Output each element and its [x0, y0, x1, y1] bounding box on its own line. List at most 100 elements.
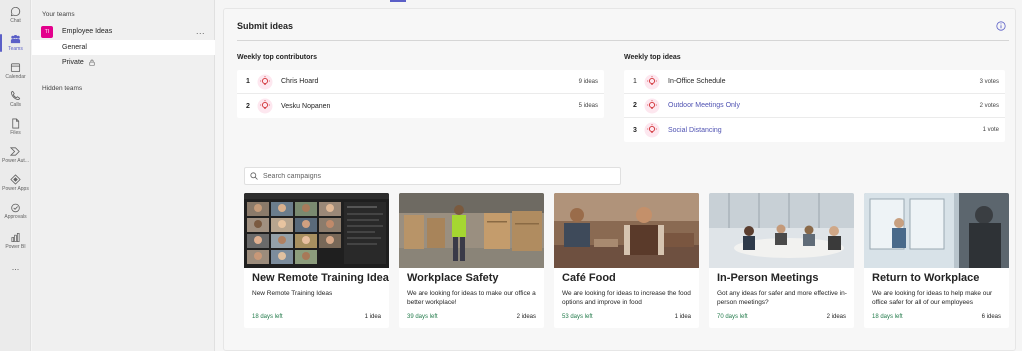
campaign-image-office	[864, 193, 1009, 268]
campaign-idea-count: 1 idea	[364, 314, 381, 320]
campaign-days-left: 39 days left	[407, 314, 438, 320]
top-ideas-heading: Weekly top ideas	[624, 54, 681, 61]
rail-teams[interactable]: Teams	[0, 34, 31, 52]
lightbulb-icon	[644, 122, 660, 138]
lightbulb-icon	[257, 74, 273, 89]
campaign-days-left: 53 days left	[562, 314, 593, 320]
channel-general[interactable]: General	[32, 40, 215, 55]
campaign-days-left: 70 days left	[717, 314, 748, 320]
campaign-image-video-call	[244, 193, 389, 268]
rank-number: 2	[246, 102, 250, 110]
your-teams-heading: Your teams	[42, 11, 75, 18]
channel-private[interactable]: Private	[32, 55, 215, 70]
idea-row[interactable]: 3 Social Distancing 1 vote	[624, 118, 1005, 142]
rail-more[interactable]: ...	[0, 262, 31, 272]
campaign-days-left: 18 days left	[872, 314, 903, 320]
idea-name: Outdoor Meetings Only	[668, 102, 740, 109]
campaign-card[interactable]: Café Food We are looking for ideas to in…	[554, 193, 699, 328]
campaign-idea-count: 2 ideas	[516, 314, 536, 320]
rail-power-apps-label: Power Apps	[2, 186, 29, 192]
rail-power-automate-label: Power Aut...	[2, 158, 29, 164]
lightbulb-icon	[257, 98, 273, 114]
hidden-teams-link[interactable]: Hidden teams	[42, 85, 82, 92]
campaign-description: Got any ideas for safer and more effecti…	[717, 290, 847, 306]
rail-chat[interactable]: Chat	[0, 6, 31, 24]
campaign-title: Return to Workplace	[872, 272, 980, 284]
campaign-title: In-Person Meetings	[717, 272, 819, 284]
calendar-icon	[10, 63, 21, 73]
title-divider	[237, 40, 1009, 41]
campaign-description: We are looking for ideas to help make ou…	[872, 290, 993, 306]
idea-name: In-Office Schedule	[668, 78, 726, 85]
campaign-card[interactable]: Workplace Safety We are looking for idea…	[399, 193, 544, 328]
contributors-heading: Weekly top contributors	[237, 54, 317, 61]
lightbulb-icon	[644, 74, 660, 89]
rank-number: 1	[633, 78, 637, 85]
rail-calls[interactable]: Calls	[0, 90, 31, 108]
active-tab-indicator	[390, 0, 406, 2]
rail-calendar[interactable]: Calendar	[0, 62, 31, 80]
contributors-board: 1 Chris Hoard 9 ideas 2 Vesku Nopanen 5 …	[237, 70, 604, 118]
contributor-name: Chris Hoard	[281, 78, 319, 85]
search-campaigns-box[interactable]	[244, 167, 621, 185]
rail-power-apps[interactable]: Power Apps	[0, 174, 31, 192]
lock-icon	[89, 59, 95, 66]
idea-name: Social Distancing	[668, 126, 722, 134]
rail-power-automate[interactable]: Power Aut...	[0, 146, 31, 164]
rail-power-bi-label: Power BI	[5, 244, 26, 250]
idea-vote-count: 3 votes	[979, 78, 999, 85]
contributor-name: Vesku Nopanen	[281, 102, 331, 110]
rank-number: 3	[633, 126, 637, 134]
campaign-description: We are looking for ideas to increase the…	[562, 290, 691, 306]
file-icon	[12, 118, 20, 129]
teams-panel: Your teams TI Employee Ideas ... General…	[32, 0, 215, 351]
info-icon[interactable]	[996, 21, 1006, 31]
team-avatar: TI	[41, 25, 53, 38]
contributor-row[interactable]: 1 Chris Hoard 9 ideas	[237, 70, 604, 94]
top-ideas-board: 1 In-Office Schedule 3 votes 2 Outdoor M…	[624, 70, 1005, 142]
search-icon	[250, 172, 258, 180]
campaign-title: Workplace Safety	[407, 272, 499, 284]
contributor-idea-count: 5 ideas	[578, 103, 598, 109]
rail-approvals[interactable]: Approvals	[0, 202, 31, 220]
power-apps-icon	[10, 174, 21, 185]
page-title: Submit ideas	[237, 21, 294, 31]
team-more-options-icon[interactable]: ...	[196, 26, 205, 36]
idea-vote-count: 2 votes	[979, 102, 999, 109]
campaign-days-left: 18 days left	[252, 314, 283, 320]
campaign-image-warehouse	[399, 193, 544, 268]
contributor-idea-count: 9 ideas	[578, 78, 598, 85]
campaign-description: New Remote Training Ideas	[252, 290, 333, 297]
rail-files[interactable]: Files	[0, 118, 31, 136]
search-campaigns-input[interactable]	[263, 172, 603, 180]
app-rail: Chat Teams Calendar Calls Files Power Au…	[0, 0, 31, 351]
campaign-card[interactable]: Return to Workplace We are looking for i…	[864, 193, 1009, 328]
channel-label: General	[62, 44, 87, 51]
chat-icon	[10, 6, 21, 17]
rank-number: 1	[246, 78, 250, 85]
rail-power-bi[interactable]: Power BI	[0, 232, 31, 250]
lightbulb-icon	[644, 98, 660, 113]
rail-calendar-label: Calendar	[5, 74, 26, 80]
team-name: Employee Ideas	[62, 28, 113, 35]
idea-row[interactable]: 1 In-Office Schedule 3 votes	[624, 70, 1005, 94]
approvals-icon	[11, 203, 20, 213]
contributor-row[interactable]: 2 Vesku Nopanen 5 ideas	[237, 94, 604, 118]
campaign-idea-count: 1 idea	[674, 314, 691, 320]
rank-number: 2	[633, 102, 637, 109]
campaign-idea-count: 2 ideas	[826, 314, 846, 320]
campaign-description: We are looking for ideas to make our off…	[407, 290, 536, 306]
campaign-card[interactable]: In-Person Meetings Got any ideas for saf…	[709, 193, 854, 328]
rail-calls-label: Calls	[9, 102, 22, 108]
rail-chat-label: Chat	[10, 18, 21, 24]
channel-label: Private	[62, 59, 84, 66]
phone-icon	[10, 90, 21, 101]
campaign-card[interactable]: New Remote Training Ideas New Remote Tra…	[244, 193, 389, 328]
more-icon: ...	[11, 262, 20, 272]
main-content: Submit ideas Weekly top contributors 1 C…	[216, 0, 1022, 351]
idea-vote-count: 1 vote	[982, 127, 999, 133]
power-bi-icon	[11, 233, 20, 242]
campaign-image-meeting	[709, 193, 854, 268]
idea-row[interactable]: 2 Outdoor Meetings Only 2 votes	[624, 94, 1005, 118]
team-employee-ideas[interactable]: TI Employee Ideas ...	[41, 25, 211, 38]
